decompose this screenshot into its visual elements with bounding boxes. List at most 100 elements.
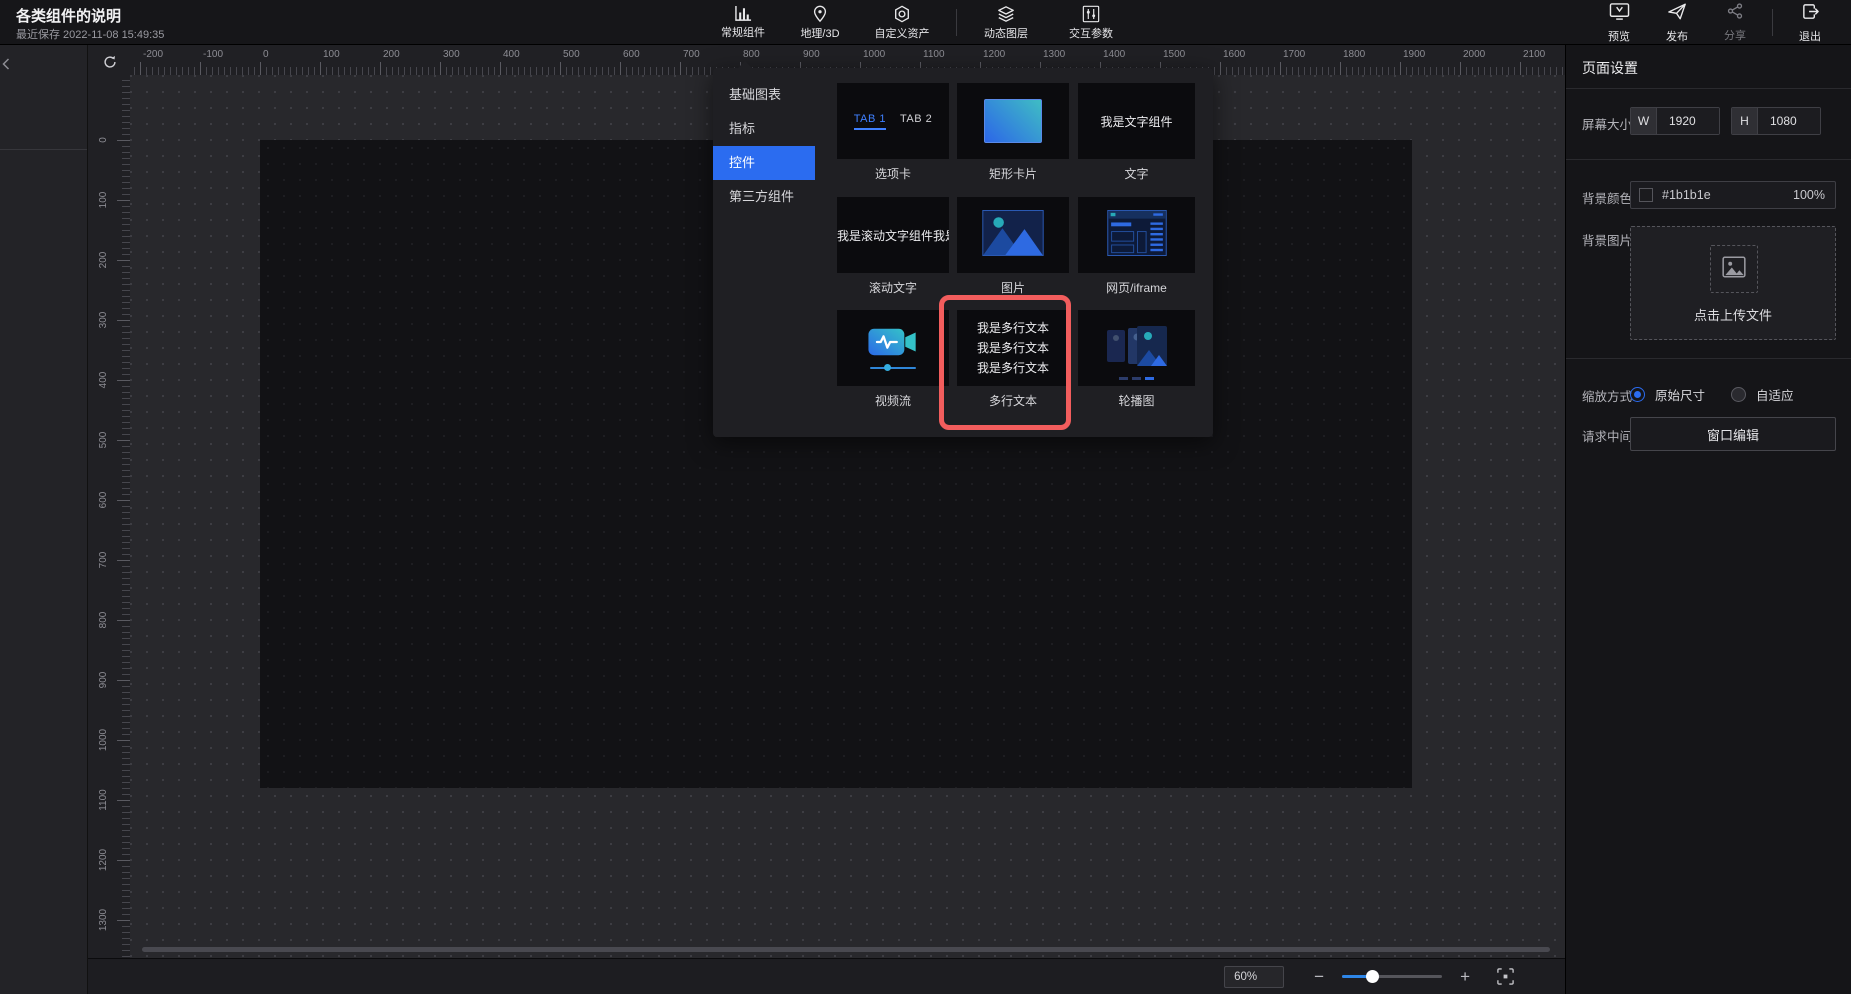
tile-label-video-stream: 视频流	[837, 392, 949, 409]
action-exit[interactable]: 退出	[1781, 0, 1839, 45]
tab1-preview: TAB 1	[854, 113, 886, 130]
bg-color-picker[interactable]: #1b1b1e 100%	[1630, 181, 1836, 209]
settings-title: 页面设置	[1582, 58, 1638, 78]
webpage-icon	[1107, 210, 1167, 261]
component-tile-text[interactable]: 我是文字组件	[1078, 83, 1195, 159]
h-ruler-label: 1400	[1103, 49, 1125, 60]
left-layer-panel-collapsed	[0, 45, 88, 994]
h-ruler-label: 100	[323, 49, 340, 60]
panel-collapse-icon[interactable]	[2, 57, 10, 75]
tab2-preview: TAB 2	[900, 113, 932, 130]
radio-original-size-label[interactable]: 原始尺寸	[1655, 385, 1705, 404]
v-ruler-label: 1100	[98, 782, 110, 818]
h-ruler-label: 700	[683, 49, 700, 60]
project-title: 各类组件的说明	[16, 5, 121, 26]
category-basic-charts[interactable]: 基础图表	[713, 78, 815, 112]
h-ruler-label: 1300	[1043, 49, 1065, 60]
divider	[1566, 88, 1851, 89]
zoom-slider[interactable]	[1342, 970, 1442, 984]
h-ruler-label: 0	[263, 49, 269, 60]
v-ruler-label: 0	[98, 122, 110, 158]
v-ruler-label: 800	[98, 602, 110, 638]
height-field[interactable]: H 1080	[1731, 107, 1821, 135]
h-ruler-label: 1600	[1223, 49, 1245, 60]
component-tile-image[interactable]	[957, 197, 1069, 273]
v-ruler-label: 200	[98, 242, 110, 278]
carousel-pagination	[1078, 377, 1195, 380]
zoom-level-input[interactable]: 60%	[1224, 966, 1284, 988]
component-tile-tabs[interactable]: TAB 1 TAB 2	[837, 83, 949, 159]
zoom-slider-knob[interactable]	[1366, 970, 1379, 983]
header-bar: 各类组件的说明 最近保存 2022-11-08 15:49:35 常规组件	[0, 0, 1851, 45]
radio-auto-fit-label[interactable]: 自适应	[1756, 385, 1794, 404]
window-edit-button[interactable]: 窗口编辑	[1630, 417, 1836, 451]
app-root: -200-10001002003004005006007008009001000…	[0, 0, 1851, 994]
height-value[interactable]: 1080	[1758, 108, 1820, 134]
action-publish[interactable]: 发布	[1648, 0, 1706, 45]
canvas-h-scrollbar[interactable]	[142, 947, 1550, 952]
category-indicators[interactable]: 指标	[713, 112, 815, 146]
bg-color-label: 背景颜色	[1582, 188, 1632, 207]
zoom-in-button[interactable]: +	[1456, 968, 1474, 985]
category-third-party[interactable]: 第三方组件	[713, 180, 815, 214]
h-ruler-label: 2100	[1523, 49, 1545, 60]
bg-color-value[interactable]: #1b1b1e	[1662, 188, 1793, 202]
h-ruler-label: 800	[743, 49, 760, 60]
component-tile-multiline-text[interactable]: 我是多行文本 我是多行文本 我是多行文本	[957, 310, 1069, 386]
h-ruler-label: 1100	[923, 49, 945, 60]
component-tile-iframe[interactable]	[1078, 197, 1195, 273]
h-ruler-label: 1200	[983, 49, 1005, 60]
h-ruler-label: 500	[563, 49, 580, 60]
layers-icon	[997, 5, 1015, 23]
tile-label-rect-card: 矩形卡片	[957, 165, 1069, 182]
v-ruler-label: 300	[98, 302, 110, 338]
bg-color-opacity[interactable]: 100%	[1793, 188, 1825, 202]
bg-image-upload[interactable]: 点击上传文件	[1630, 226, 1836, 340]
tool-standard-components[interactable]: 常规组件	[702, 0, 784, 45]
sliders-icon	[1082, 5, 1100, 23]
h-ruler-label: 1500	[1163, 49, 1185, 60]
tool-interaction-params[interactable]: 交互参数	[1047, 0, 1135, 45]
action-share[interactable]: 分享	[1706, 0, 1764, 45]
image-placeholder-icon	[1721, 254, 1747, 285]
h-ruler-label: 1900	[1403, 49, 1425, 60]
video-progress	[870, 364, 916, 371]
zoom-out-button[interactable]: −	[1310, 968, 1328, 985]
tile-label-carousel: 轮播图	[1078, 392, 1195, 409]
action-preview[interactable]: 预览	[1590, 0, 1648, 45]
width-value[interactable]: 1920	[1657, 108, 1719, 134]
toolbar: 常规组件 地理/3D 自定义资产	[702, 0, 1135, 45]
tool-dynamic-layers[interactable]: 动态图层	[965, 0, 1047, 45]
tool-custom-assets[interactable]: 自定义资产	[856, 0, 948, 45]
width-prefix: W	[1631, 108, 1657, 134]
hexagon-icon	[893, 5, 911, 23]
v-ruler-label: 600	[98, 482, 110, 518]
upload-image-frame	[1710, 245, 1758, 293]
component-tile-scroll-text[interactable]: 我是滚动文字组件我是	[837, 197, 949, 273]
tile-label-multiline-text: 多行文本	[957, 392, 1069, 409]
v-ruler-label: 700	[98, 542, 110, 578]
publish-icon	[1667, 2, 1687, 26]
tile-label-image: 图片	[957, 279, 1069, 296]
radio-original-size[interactable]	[1630, 387, 1645, 402]
tool-geo-3d[interactable]: 地理/3D	[784, 0, 856, 45]
v-ruler-label: 1000	[98, 722, 110, 758]
height-prefix: H	[1732, 108, 1758, 134]
h-ruler-label: -100	[203, 49, 223, 60]
v-ruler-label: 900	[98, 662, 110, 698]
tool-label: 动态图层	[984, 25, 1028, 41]
component-tile-carousel[interactable]	[1078, 310, 1195, 386]
radio-auto-fit[interactable]	[1731, 387, 1746, 402]
multiline-line: 我是多行文本	[977, 358, 1049, 378]
component-tile-video-stream[interactable]	[837, 310, 949, 386]
carousel-icon	[1107, 326, 1167, 371]
tile-label-scroll-text: 滚动文字	[837, 279, 949, 296]
component-tile-rect-card[interactable]	[957, 83, 1069, 159]
width-field[interactable]: W 1920	[1630, 107, 1720, 135]
fit-to-screen-button[interactable]	[1496, 967, 1515, 986]
bg-image-label: 背景图片	[1582, 230, 1632, 249]
preview-icon	[1609, 2, 1630, 26]
action-label: 分享	[1724, 27, 1746, 43]
category-controls[interactable]: 控件	[713, 146, 815, 180]
color-swatch[interactable]	[1639, 188, 1653, 202]
